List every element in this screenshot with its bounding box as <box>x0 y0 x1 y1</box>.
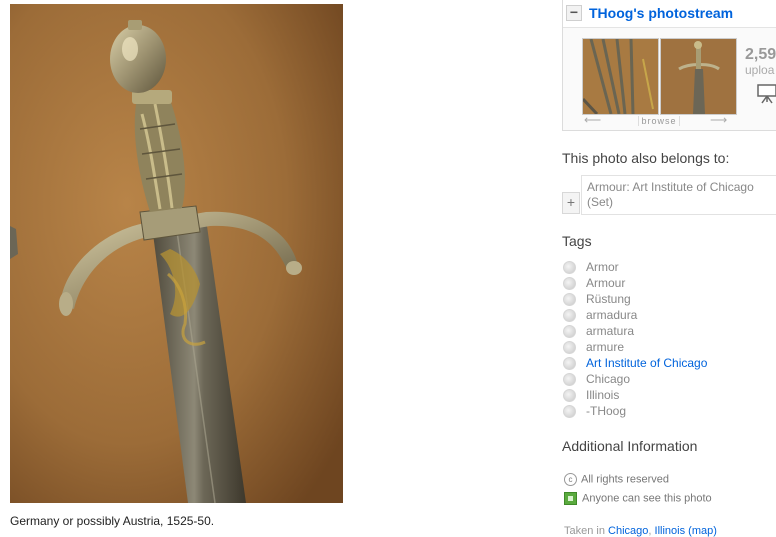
globe-icon <box>563 293 576 306</box>
tag-label[interactable]: armure <box>586 340 624 355</box>
visibility-line: Anyone can see this photo <box>564 492 712 505</box>
tag-label[interactable]: armatura <box>586 324 634 339</box>
taken-state-link[interactable]: Illinois <box>655 525 686 537</box>
additional-info-heading: Additional Information <box>562 438 698 454</box>
tag-item[interactable]: Chicago <box>562 372 762 388</box>
photostream-title-link[interactable]: THoog's photostream <box>589 5 733 21</box>
collapse-button[interactable]: − <box>566 5 582 21</box>
thumbnail-previous[interactable] <box>582 38 659 115</box>
globe-icon <box>563 389 576 402</box>
tag-item[interactable]: Armour <box>562 276 762 292</box>
globe-icon <box>563 373 576 386</box>
thumbnail-current[interactable] <box>660 38 737 115</box>
uploads-label: uploa <box>745 63 775 77</box>
tag-item[interactable]: armadura <box>562 308 762 324</box>
tag-item[interactable]: armure <box>562 340 762 356</box>
set-item[interactable]: Armour: Art Institute of Chicago (Set) <box>581 175 776 215</box>
tag-item[interactable]: Art Institute of Chicago <box>562 356 762 372</box>
tag-label[interactable]: Rüstung <box>586 292 631 307</box>
add-to-set-button[interactable]: + <box>562 192 580 214</box>
tag-label[interactable]: Art Institute of Chicago <box>586 356 707 371</box>
taken-prefix: Taken in <box>564 525 605 537</box>
tag-item[interactable]: Rüstung <box>562 292 762 308</box>
photostream-panel: − THoog's photostream 2,59 uploa ⟵ brows… <box>562 0 776 131</box>
main-photo[interactable] <box>10 4 343 503</box>
visibility-icon <box>564 492 577 505</box>
tag-label[interactable]: armadura <box>586 308 637 323</box>
taken-city-link[interactable]: Chicago <box>608 525 648 537</box>
tag-label[interactable]: Chicago <box>586 372 630 387</box>
slideshow-icon[interactable] <box>757 82 776 104</box>
globe-icon <box>563 277 576 290</box>
browse-link[interactable]: browse <box>638 116 680 126</box>
tag-item[interactable]: Illinois <box>562 388 762 404</box>
photostream-header: − THoog's photostream <box>563 0 776 28</box>
uploads-count: 2,59 <box>745 46 776 63</box>
visibility-text: Anyone can see this photo <box>582 492 712 505</box>
rights-text[interactable]: All rights reserved <box>581 473 669 485</box>
tag-list: Armor Armour Rüstung armadura armatura a… <box>562 260 762 420</box>
globe-icon <box>563 357 576 370</box>
tag-label[interactable]: Armor <box>586 260 619 275</box>
photostream-nav: ⟵ browse ⟶ <box>582 114 737 127</box>
arrow-right-icon[interactable]: ⟶ <box>710 114 732 127</box>
tags-heading: Tags <box>562 233 592 249</box>
tag-item[interactable]: Armor <box>562 260 762 276</box>
arrow-left-icon[interactable]: ⟵ <box>584 114 606 127</box>
rights-line: c All rights reserved <box>564 473 669 486</box>
tag-item[interactable]: -THoog <box>562 404 762 420</box>
globe-icon <box>563 325 576 338</box>
globe-icon <box>563 261 576 274</box>
tag-label[interactable]: Illinois <box>586 388 619 403</box>
globe-icon <box>563 405 576 418</box>
sets-heading: This photo also belongs to: <box>562 150 730 166</box>
copyright-icon: c <box>564 473 577 486</box>
photo-caption: Germany or possibly Austria, 1525-50. <box>10 514 215 528</box>
map-link[interactable]: (map) <box>688 525 717 537</box>
tag-label[interactable]: -THoog <box>586 404 626 419</box>
tag-label[interactable]: Armour <box>586 276 625 291</box>
globe-icon <box>563 309 576 322</box>
taken-in-line: Taken in Chicago, Illinois (map) <box>564 525 717 537</box>
globe-icon <box>563 341 576 354</box>
set-title: Armour: Art Institute of Chicago (Set) <box>587 180 754 209</box>
tag-item[interactable]: armatura <box>562 324 762 340</box>
